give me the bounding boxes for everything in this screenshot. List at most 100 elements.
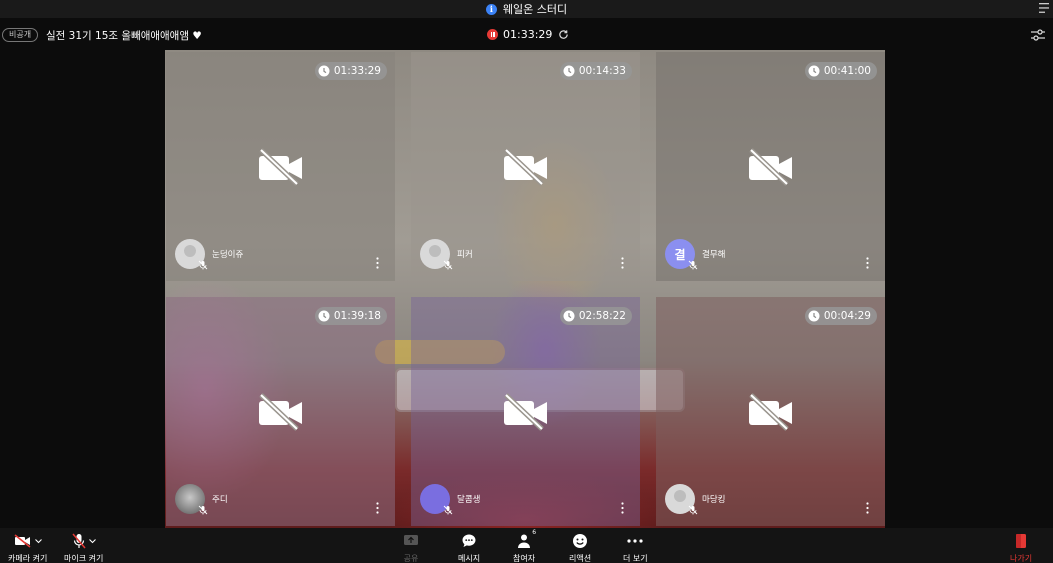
- participant-tile[interactable]: 01:33:29 눈덩이쥬: [166, 52, 395, 281]
- clock-icon: [318, 65, 330, 77]
- camera-toggle-button[interactable]: 카메라 켜기: [8, 532, 47, 563]
- participant-info: 눈덩이쥬: [175, 239, 244, 270]
- room-header: 비공개 실전 31기 15조 올빼애애애애앰 ♥ 01:33:29: [0, 20, 1053, 50]
- share-screen-icon: [404, 535, 418, 545]
- exit-door-icon: [1016, 534, 1027, 548]
- reaction-button[interactable]: 리액션: [569, 532, 591, 563]
- participant-name: 눈덩이쥬: [212, 250, 244, 260]
- participant-timer: 00:14:33: [559, 62, 632, 80]
- clock-icon: [808, 310, 820, 322]
- camera-off-icon: [259, 393, 302, 431]
- mic-muted-icon: [688, 260, 698, 270]
- menu-icon[interactable]: [1039, 2, 1049, 14]
- clock-icon: [563, 310, 575, 322]
- share-button[interactable]: 공유: [403, 532, 419, 563]
- private-badge: 비공개: [2, 28, 39, 42]
- camera-off-icon: [504, 393, 547, 431]
- camera-label: 카메라 켜기: [8, 554, 48, 563]
- participant-name: 결무해: [702, 250, 726, 260]
- info-icon[interactable]: i: [485, 3, 497, 15]
- recording-timer: 01:33:29: [503, 28, 553, 41]
- participant-timer-text: 00:41:00: [823, 65, 871, 77]
- title-bar: i 웨일온 스터디: [0, 0, 1053, 18]
- participant-name: 주디: [212, 495, 228, 505]
- chevron-down-icon[interactable]: [88, 538, 96, 544]
- window-title: 웨일온 스터디: [502, 3, 568, 16]
- clock-icon: [563, 65, 575, 77]
- avatar-initial: 결: [674, 247, 686, 262]
- more-vertical-icon[interactable]: [376, 502, 379, 514]
- participant-timer-text: 02:58:22: [578, 310, 626, 322]
- exit-button[interactable]: 나가기: [1010, 532, 1032, 563]
- participant-name: 피커: [457, 250, 473, 260]
- avatar: [175, 239, 208, 270]
- mic-toggle-button[interactable]: 마이크 켜기: [64, 532, 103, 563]
- more-label: 더 보기: [623, 554, 648, 563]
- mic-muted-icon: [198, 505, 208, 515]
- participant-name: 달콤생: [457, 495, 481, 505]
- refresh-icon[interactable]: [558, 29, 569, 40]
- participant-info: 마당킹: [665, 484, 726, 515]
- participant-timer: 00:04:29: [804, 307, 877, 325]
- camera-off-icon: [749, 148, 792, 186]
- clock-icon: [318, 310, 330, 322]
- participant-timer: 00:41:00: [804, 62, 877, 80]
- more-vertical-icon[interactable]: [866, 257, 869, 269]
- more-vertical-icon[interactable]: [621, 257, 624, 269]
- mic-muted-icon: [443, 260, 453, 270]
- mic-label: 마이크 켜기: [64, 554, 104, 563]
- participant-tile[interactable]: 01:39:18 주디: [166, 297, 395, 526]
- participant-tile[interactable]: 02:58:22 달콤생: [411, 297, 640, 526]
- avatar: [175, 484, 208, 515]
- camera-off-icon: [504, 148, 547, 186]
- participant-count: 6: [532, 529, 537, 536]
- participant-timer-text: 01:39:18: [333, 310, 381, 322]
- avatar: [420, 484, 453, 515]
- participant-timer: 02:58:22: [559, 307, 632, 325]
- camera-off-icon: [14, 534, 31, 548]
- more-icon: [627, 539, 643, 543]
- share-label: 공유: [403, 554, 419, 563]
- participants-button[interactable]: 6 참여자: [513, 529, 537, 563]
- participant-info: 달콤생: [420, 484, 481, 515]
- participant-timer: 01:33:29: [314, 62, 387, 80]
- settings-sliders-icon[interactable]: [1031, 29, 1045, 41]
- mic-muted-icon: [443, 505, 453, 515]
- reaction-label: 리액션: [569, 554, 592, 563]
- bottom-toolbar: 카메라 켜기 마이크 켜기 공유 메시지 6 참여자 리액션 더 보기 나가기: [0, 528, 1053, 563]
- mic-muted-icon: [688, 505, 698, 515]
- chevron-down-icon[interactable]: [34, 538, 42, 544]
- participant-timer-text: 00:04:29: [823, 310, 871, 322]
- recording-pause-icon[interactable]: [487, 29, 498, 40]
- room-title: 실전 31기 15조 올빼애애애애앰 ♥: [46, 30, 202, 42]
- camera-off-icon: [749, 393, 792, 431]
- person-icon: [518, 534, 531, 548]
- participant-tile[interactable]: 00:14:33 피커: [411, 52, 640, 281]
- chat-icon: [462, 534, 476, 547]
- participant-timer-text: 01:33:29: [333, 65, 381, 77]
- mic-muted-icon: [198, 260, 208, 270]
- participant-name: 마당킹: [702, 495, 726, 505]
- mic-off-icon: [72, 533, 86, 549]
- participant-tile[interactable]: 00:04:29 마당킹: [656, 297, 885, 526]
- participant-timer-text: 00:14:33: [578, 65, 626, 77]
- recording-status: 01:33:29: [487, 28, 569, 41]
- message-button[interactable]: 메시지: [458, 532, 480, 563]
- participant-timer: 01:39:18: [314, 307, 387, 325]
- participant-info: 결 결무해: [665, 239, 726, 270]
- participant-info: 피커: [420, 239, 473, 270]
- more-button[interactable]: 더 보기: [623, 532, 648, 563]
- camera-off-icon: [259, 148, 302, 186]
- avatar: [665, 484, 698, 515]
- clock-icon: [808, 65, 820, 77]
- avatar: 결: [665, 239, 698, 270]
- more-vertical-icon[interactable]: [376, 257, 379, 269]
- more-vertical-icon[interactable]: [621, 502, 624, 514]
- more-vertical-icon[interactable]: [866, 502, 869, 514]
- participant-tile[interactable]: 00:41:00 결 결무해: [656, 52, 885, 281]
- meeting-window: i 웨일온 스터디 비공개 실전 31기 15조 올빼애애애애앰 ♥ 01:33…: [0, 0, 1053, 563]
- message-label: 메시지: [458, 554, 481, 563]
- exit-label: 나가기: [1010, 554, 1033, 563]
- participant-info: 주디: [175, 484, 228, 515]
- participants-label: 참여자: [513, 554, 536, 563]
